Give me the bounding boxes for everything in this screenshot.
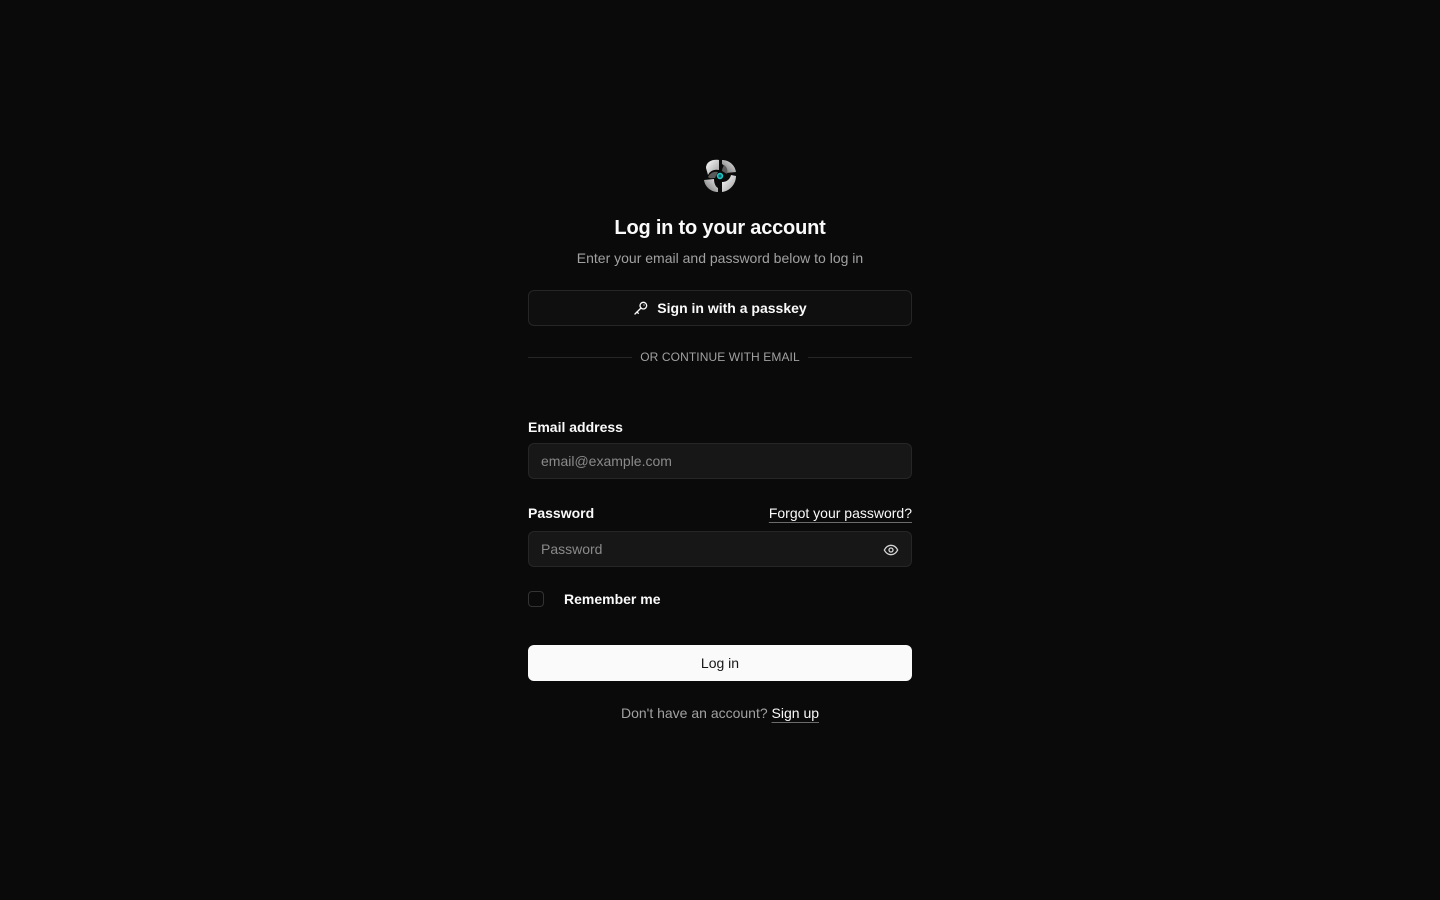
remember-me-checkbox[interactable] [528,591,544,607]
page-title: Log in to your account [614,217,826,239]
signup-link[interactable]: Sign up [772,705,819,721]
password-field-wrapper [528,531,912,567]
login-page: Log in to your account Enter your email … [0,0,1440,900]
remember-me-label[interactable]: Remember me [564,591,661,607]
divider-line-left [528,356,633,358]
password-group: Password Forgot your password? [528,503,912,567]
app-logo-icon [700,156,740,196]
divider-text: OR CONTINUE WITH EMAIL [640,350,800,364]
signup-row: Don't have an account? Sign up [528,705,912,721]
password-field[interactable] [541,541,899,557]
login-button[interactable]: Log in [528,645,912,681]
eye-icon[interactable] [881,540,901,560]
password-label-row: Password Forgot your password? [528,503,912,523]
passkey-button-label: Sign in with a passkey [657,300,807,316]
key-icon [633,300,649,316]
remember-me-row: Remember me [528,591,912,607]
page-subtitle: Enter your email and password below to l… [576,250,864,266]
forgot-password-link[interactable]: Forgot your password? [769,505,912,521]
divider: OR CONTINUE WITH EMAIL [528,349,913,365]
email-field-wrapper [528,443,912,479]
divider-line-right [807,356,913,358]
login-card: Log in to your account Enter your email … [528,156,913,721]
passkey-sign-in-button[interactable]: Sign in with a passkey [528,290,912,326]
email-field[interactable] [541,453,899,469]
email-label: Email address [528,419,623,435]
email-group: Email address [528,417,912,479]
signup-prompt: Don't have an account? [620,705,772,721]
password-label: Password [528,505,595,521]
